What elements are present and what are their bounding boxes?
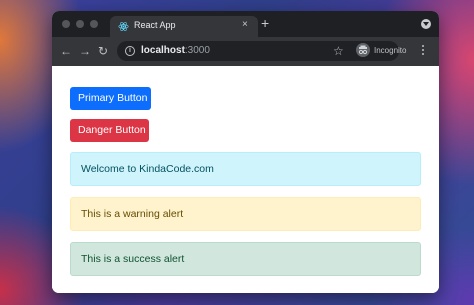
address-bar[interactable]: i localhost:3000 ☆ Incognito <box>117 41 406 61</box>
tab-close-icon[interactable]: × <box>242 19 248 31</box>
react-icon <box>118 21 129 32</box>
bookmark-star-icon[interactable]: ☆ <box>333 43 344 59</box>
tab-react-app[interactable]: React App × <box>110 16 258 37</box>
window-close-dot[interactable] <box>62 20 70 28</box>
browser-toolbar: ← → ↻ i localhost:3000 ☆ Incognito <box>52 37 439 66</box>
success-alert: This is a success alert <box>70 242 421 276</box>
url-host: localhost <box>141 45 185 56</box>
more-menu-icon[interactable] <box>422 45 425 58</box>
tab-search-icon[interactable] <box>421 19 431 29</box>
forward-arrow-icon[interactable]: → <box>79 43 91 59</box>
tab-bar: React App × + <box>52 11 439 37</box>
back-arrow-icon[interactable]: ← <box>60 43 72 59</box>
page-content: Primary Button Danger Button Welcome to … <box>52 66 439 293</box>
new-tab-icon[interactable]: + <box>261 15 269 31</box>
browser-window: React App × + ← → ↻ i localhost:3000 ☆ I… <box>52 11 439 293</box>
warning-alert: This is a warning alert <box>70 197 421 231</box>
window-zoom-dot[interactable] <box>90 20 98 28</box>
primary-button[interactable]: Primary Button <box>70 87 151 110</box>
url-port: :3000 <box>184 45 210 56</box>
info-alert: Welcome to KindaCode.com <box>70 152 421 186</box>
incognito-icon[interactable] <box>356 43 370 57</box>
danger-button[interactable]: Danger Button <box>70 119 149 142</box>
window-minimize-dot[interactable] <box>76 20 84 28</box>
tab-title: React App <box>134 20 176 30</box>
address-url[interactable]: localhost:3000 <box>141 45 210 56</box>
reload-icon[interactable]: ↻ <box>98 43 108 59</box>
incognito-label[interactable]: Incognito <box>374 46 406 55</box>
incognito-glyph <box>358 45 368 55</box>
info-icon[interactable]: i <box>125 46 135 56</box>
